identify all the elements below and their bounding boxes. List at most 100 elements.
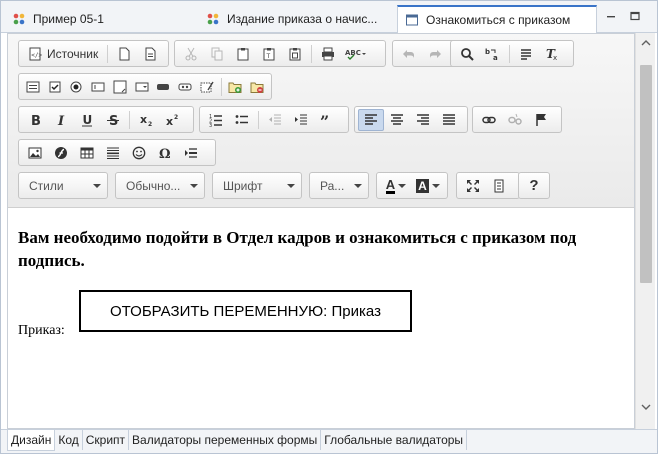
copy-icon[interactable]: [204, 43, 230, 65]
scroll-up-icon[interactable]: [641, 38, 651, 48]
svg-text:2: 2: [148, 121, 152, 127]
underline-icon[interactable]: U: [74, 109, 100, 131]
svg-text:x: x: [140, 113, 147, 126]
format-dropdown[interactable]: Обычно...: [115, 172, 205, 199]
radio-icon[interactable]: [65, 76, 87, 98]
chevron-down-icon: [431, 183, 440, 188]
editor-content[interactable]: Вам необходимо подойти в Отдел кадров и …: [8, 208, 634, 428]
source-icon: </>: [28, 47, 42, 61]
print-icon[interactable]: [315, 43, 341, 65]
font-dropdown[interactable]: Шрифт: [212, 172, 302, 199]
horizontal-rule-icon[interactable]: [100, 142, 126, 164]
chevron-down-icon: [93, 183, 101, 188]
tab-order-publication[interactable]: Издание приказа о начис...: [199, 5, 393, 32]
scroll-down-icon[interactable]: [641, 402, 651, 412]
undo-icon[interactable]: [396, 43, 422, 65]
size-dropdown[interactable]: Ра...: [309, 172, 369, 199]
checkbox-icon[interactable]: [44, 76, 66, 98]
show-blocks-icon[interactable]: [486, 175, 512, 197]
textarea-icon[interactable]: [109, 76, 131, 98]
styles-dropdown[interactable]: Стили: [18, 172, 108, 199]
tab-label: Издание приказа о начис...: [227, 11, 378, 26]
tab-code[interactable]: Код: [55, 430, 83, 450]
italic-icon[interactable]: I: [48, 109, 74, 131]
minimize-icon[interactable]: [603, 8, 619, 24]
select-all-icon[interactable]: [513, 43, 539, 65]
maximize-editor-icon[interactable]: [460, 175, 486, 197]
variable-placeholder[interactable]: ОТОБРАЗИТЬ ПЕРЕМЕННУЮ: Приказ: [79, 290, 412, 332]
strike-icon[interactable]: S: [100, 109, 126, 131]
subscript-icon[interactable]: x2: [133, 109, 159, 131]
toolbar-group-edit: ba Tx: [450, 40, 574, 67]
bulleted-list-icon[interactable]: [229, 109, 255, 131]
paste-icon[interactable]: [230, 43, 256, 65]
link-icon[interactable]: [476, 109, 502, 131]
toolbar-group-align: [354, 106, 468, 133]
scrollbar-thumb[interactable]: [640, 65, 652, 283]
redo-icon[interactable]: [422, 43, 448, 65]
unlink-icon[interactable]: [502, 109, 528, 131]
preview-icon[interactable]: [137, 43, 163, 65]
content-heading: Вам необходимо подойти в Отдел кадров и …: [18, 228, 577, 270]
image-icon[interactable]: [22, 142, 48, 164]
numbered-list-icon[interactable]: 123: [203, 109, 229, 131]
blockquote-icon[interactable]: ”: [314, 109, 340, 131]
align-left-icon[interactable]: [358, 108, 384, 131]
svg-text:U: U: [83, 113, 93, 127]
button-icon[interactable]: [152, 76, 174, 98]
justify-icon[interactable]: [436, 109, 462, 131]
bold-icon[interactable]: B: [22, 109, 48, 131]
source-label: Источник: [47, 46, 99, 61]
tab-example-05-1[interactable]: Пример 05-1: [5, 5, 195, 32]
remove-format-icon[interactable]: Tx: [539, 43, 565, 65]
toolbar-group-document: </> Источник: [18, 40, 169, 67]
replace-icon[interactable]: ba: [480, 43, 506, 65]
outdent-icon[interactable]: [262, 109, 288, 131]
find-icon[interactable]: [454, 43, 480, 65]
new-page-icon[interactable]: [111, 43, 137, 65]
wysiwyg-editor: </> Источник T ABC b a T x B I U S x 2 x…: [7, 33, 635, 429]
form-editor-window: Пример 05-1 Издание приказа о начис... О…: [0, 0, 658, 454]
toolbar-group-colors: A A: [376, 172, 448, 199]
page-break-icon[interactable]: [178, 142, 204, 164]
tab-script[interactable]: Скрипт: [83, 430, 130, 450]
font-dropdown-label: Шрифт: [223, 178, 263, 193]
maximize-icon[interactable]: [627, 8, 643, 24]
insert-variable-icon[interactable]: [224, 76, 246, 98]
image-button-icon[interactable]: [174, 76, 196, 98]
tab-acquaint-order[interactable]: Ознакомиться с приказом: [397, 5, 597, 33]
align-right-icon[interactable]: [410, 109, 436, 131]
source-button[interactable]: </> Источник: [22, 43, 104, 65]
flash-icon[interactable]: [48, 142, 74, 164]
form-icon[interactable]: [22, 76, 44, 98]
select-icon[interactable]: [131, 76, 153, 98]
paste-text-icon[interactable]: T: [256, 43, 282, 65]
spellcheck-icon[interactable]: ABC: [341, 43, 371, 65]
special-char-icon[interactable]: Ω: [152, 142, 178, 164]
cut-icon[interactable]: [178, 43, 204, 65]
help-button[interactable]: ?: [522, 175, 546, 197]
toolbar-group-about: ?: [518, 172, 550, 199]
textfield-icon[interactable]: [87, 76, 109, 98]
toolbar-group-insert: Ω: [18, 139, 216, 166]
form-icon: [404, 12, 420, 28]
tab-form-variable-validators[interactable]: Валидаторы переменных формы: [129, 430, 322, 450]
align-center-icon[interactable]: [384, 109, 410, 131]
tab-design[interactable]: Дизайн: [7, 430, 56, 451]
indent-icon[interactable]: [288, 109, 314, 131]
table-icon[interactable]: [74, 142, 100, 164]
anchor-icon[interactable]: [528, 109, 554, 131]
text-color-button[interactable]: A: [380, 175, 412, 197]
paste-word-icon[interactable]: [282, 43, 308, 65]
toolbar-separator: [129, 110, 130, 129]
svg-text:B: B: [31, 114, 41, 127]
background-color-button[interactable]: A: [412, 175, 444, 197]
superscript-icon[interactable]: x2: [159, 109, 185, 131]
tab-global-validators[interactable]: Глобальные валидаторы: [321, 430, 468, 450]
vertical-scrollbar[interactable]: [635, 33, 655, 429]
delete-variable-icon[interactable]: [246, 76, 268, 98]
svg-text:”: ”: [320, 113, 329, 127]
svg-text:2: 2: [174, 114, 178, 121]
smiley-icon[interactable]: [126, 142, 152, 164]
hidden-field-icon[interactable]: [196, 76, 218, 98]
